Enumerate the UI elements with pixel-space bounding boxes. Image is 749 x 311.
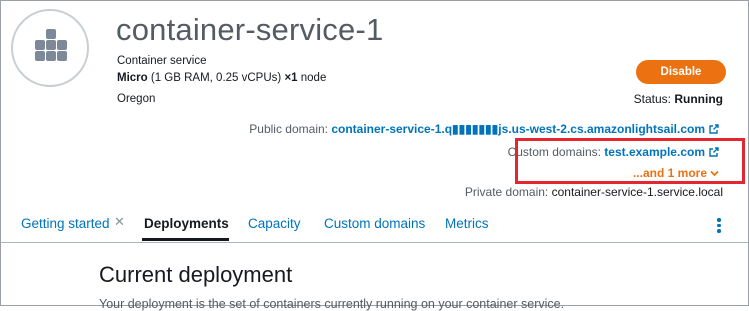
- tab-metrics[interactable]: Metrics: [445, 216, 489, 231]
- public-domain-link[interactable]: container-service-1.q▮▮▮▮▮▮▮js.us-west-2…: [331, 122, 705, 136]
- tab-getting-started[interactable]: Getting started: [21, 216, 110, 231]
- tab-capacity[interactable]: Capacity: [248, 216, 301, 231]
- service-type: Container service: [117, 55, 207, 67]
- public-domain-row: Public domain: container-service-1.q▮▮▮▮…: [249, 122, 719, 137]
- scale-label: ×1: [284, 72, 298, 84]
- scale-unit: node: [297, 72, 327, 84]
- container-service-icon: [11, 9, 89, 87]
- close-icon[interactable]: ✕: [114, 214, 125, 230]
- service-title: container-service-1: [116, 12, 384, 47]
- tab-deployments[interactable]: Deployments: [144, 216, 229, 231]
- service-region: Oregon: [117, 93, 156, 105]
- tab-custom-domains[interactable]: Custom domains: [324, 216, 425, 231]
- private-domain-label: Private domain:: [464, 185, 552, 199]
- custom-domains-highlight: [515, 138, 745, 184]
- section-title: Current deployment: [99, 262, 293, 287]
- private-domain-value: container-service-1.service.local: [551, 185, 723, 199]
- tab-bar: Getting started ✕ Deployments Capacity C…: [1, 206, 748, 243]
- public-domain-label: Public domain:: [249, 122, 332, 136]
- status-value: Running: [674, 92, 723, 106]
- service-capacity: Micro (1 GB RAM, 0.25 vCPUs) ×1 node: [117, 72, 326, 84]
- power-label: Micro: [117, 72, 148, 84]
- status-indicator: Status: Running: [634, 92, 723, 106]
- external-link-icon[interactable]: [709, 123, 719, 137]
- active-tab-indicator: [142, 238, 229, 241]
- kebab-menu-icon[interactable]: [716, 218, 722, 234]
- status-label: Status:: [633, 92, 675, 106]
- section-description: Your deployment is the set of containers…: [99, 297, 565, 311]
- private-domain-row: Private domain: container-service-1.serv…: [465, 185, 723, 199]
- power-specs: (1 GB RAM, 0.25 vCPUs): [147, 72, 285, 84]
- disable-button[interactable]: Disable: [636, 60, 726, 84]
